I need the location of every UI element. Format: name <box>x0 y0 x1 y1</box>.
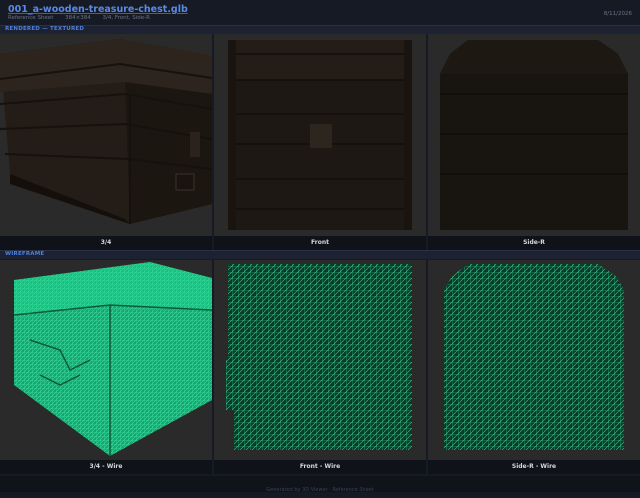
sheet-meta: Reference Sheet 384×384 3/4, Front, Side… <box>8 15 160 21</box>
wire-view-side <box>428 260 640 460</box>
view-label-side: Side-R <box>428 236 640 250</box>
chest-render-side <box>428 34 640 236</box>
chest-render-front <box>214 34 426 236</box>
section-wireframe-label: WIREFRAME <box>5 251 45 257</box>
wire-view-front <box>214 260 426 460</box>
sheet-date: 8/11/2026 <box>603 11 632 17</box>
sheet-size: 384×384 <box>65 15 91 21</box>
chest-wire-front <box>214 260 426 460</box>
wire-label-3-4: 3/4 - Wire <box>0 460 212 474</box>
wire-label-front: Front - Wire <box>214 460 426 474</box>
render-view-side <box>428 34 640 236</box>
sheet-type: Reference Sheet <box>8 15 54 21</box>
footer-text: Generated by 3D Viewer · Reference Sheet <box>266 487 374 493</box>
render-view-front <box>214 34 426 236</box>
section-rendered: RENDERED — TEXTURED <box>0 25 640 34</box>
view-label-front: Front <box>214 236 426 250</box>
footer: Generated by 3D Viewer · Reference Sheet <box>0 476 640 493</box>
wire-label-side: Side-R - Wire <box>428 460 640 474</box>
view-label-3-4: 3/4 <box>0 236 212 250</box>
header: 001_a-wooden-treasure-chest.glb Referenc… <box>0 0 640 26</box>
file-title[interactable]: 001_a-wooden-treasure-chest.glb <box>8 4 188 15</box>
render-view-3-4 <box>0 34 212 236</box>
sheet-views: 3/4, Front, Side-R <box>102 15 150 21</box>
chest-wire-3-4 <box>0 260 212 460</box>
chest-render-3-4 <box>0 34 212 236</box>
section-wireframe: WIREFRAME <box>0 250 640 259</box>
wire-view-3-4 <box>0 260 212 460</box>
section-rendered-label: RENDERED — TEXTURED <box>5 26 85 32</box>
chest-wire-side <box>428 260 640 460</box>
